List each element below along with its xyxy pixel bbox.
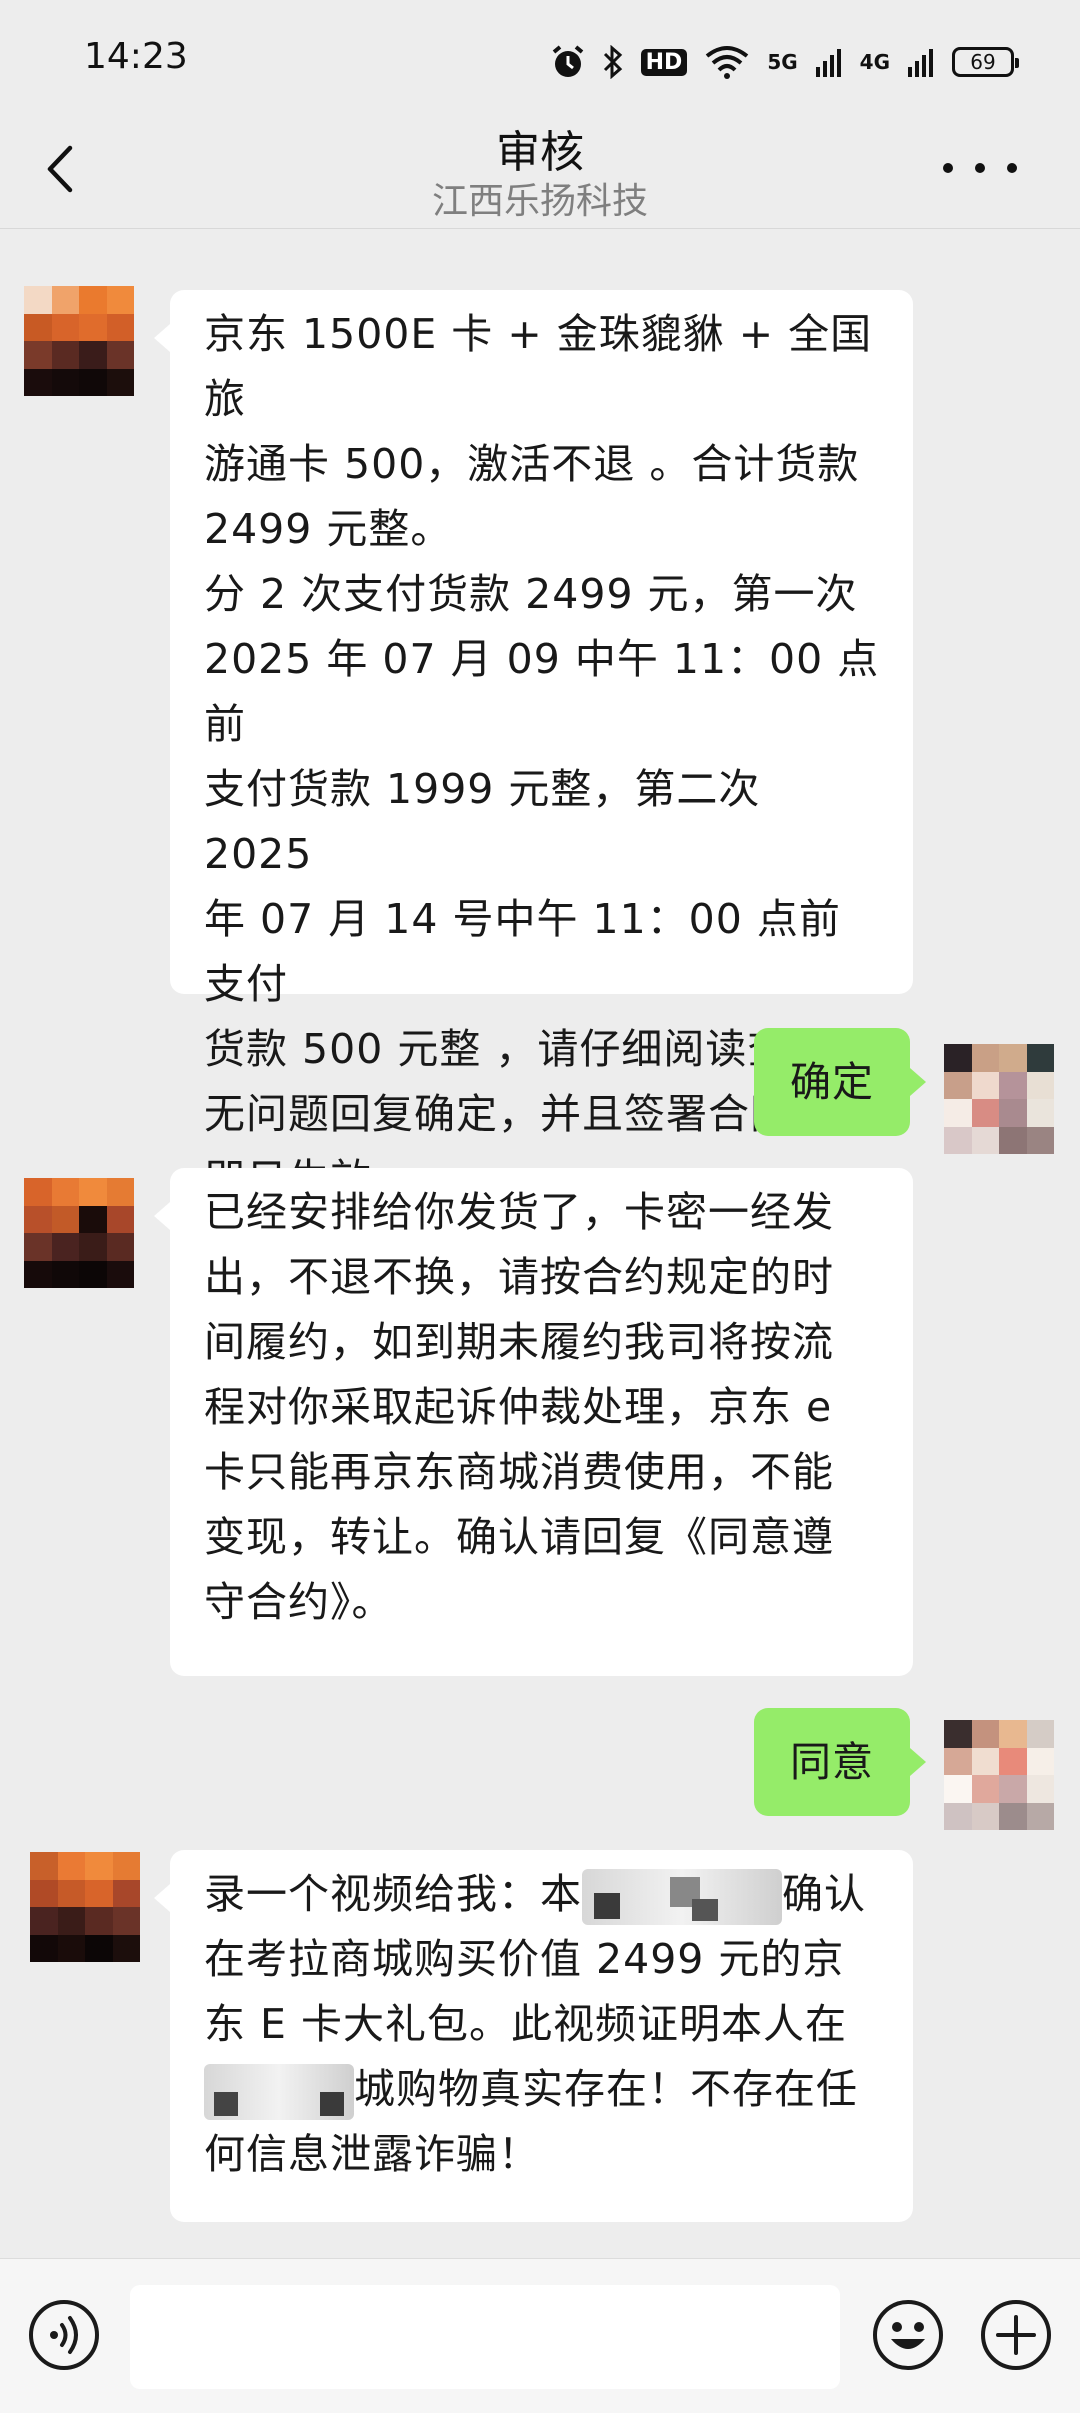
chat-title: 审核 [496, 127, 584, 178]
battery-icon: 69 [952, 47, 1019, 77]
network-5g-label: 5G [767, 50, 798, 74]
message-bubble-sent[interactable]: 确定 [754, 1028, 926, 1136]
message-text: 同意 [790, 1738, 874, 1786]
message-bubble-received[interactable]: 京东 1500E 卡 + 金珠貔貅 + 全国旅 游通卡 500，激活不退 。合计… [154, 290, 913, 1203]
contact-avatar[interactable] [30, 1852, 140, 1962]
user-avatar[interactable] [944, 1044, 1054, 1154]
chat-input-bar [0, 2258, 1080, 2413]
message-line: 东 E 卡大礼包。此视频证明本人在 [204, 2000, 847, 2048]
bluetooth-icon [603, 45, 622, 79]
message-text: 确认 [782, 1870, 866, 1918]
signal-icon [815, 49, 841, 77]
more-dots-icon[interactable] [934, 156, 1026, 180]
redacted-text [204, 2064, 354, 2120]
message-bubble-received[interactable]: 录一个视频给我：本 确认 在考拉商城购买价值 2499 元的京 东 E 卡大礼包。… [154, 1850, 913, 2222]
alarm-icon [552, 45, 583, 77]
message-text: 城购物真实存在！不存在任 [354, 2065, 858, 2113]
message-line: 录一个视频给我：本 确认 [204, 1862, 881, 1927]
message-bubble-received[interactable]: 已经安排给你发货了，卡密一经发 出，不退不换，请按合约规定的时 间履约，如到期未… [154, 1168, 913, 1676]
chat-header: 审核 江西乐扬科技 [0, 110, 1080, 229]
status-time: 14:23 [84, 36, 188, 77]
user-avatar[interactable] [944, 1720, 1054, 1830]
hd-badge: HD [640, 48, 688, 76]
message-line: 城购物真实存在！不存在任 [204, 2057, 881, 2122]
message-line: 何信息泄露诈骗！ [204, 2130, 540, 2178]
plus-icon[interactable] [980, 2299, 1052, 2371]
contact-avatar[interactable] [24, 286, 134, 396]
redacted-name [582, 1869, 782, 1925]
message-input[interactable] [130, 2285, 840, 2389]
message-text: 确定 [790, 1058, 874, 1106]
status-icons: HD 5G 4G 69 [551, 38, 1019, 86]
voice-icon[interactable] [28, 2299, 100, 2371]
network-4g-label: 4G [859, 50, 890, 74]
message-text: 已经安排给你发货了，卡密一经发 出，不退不换，请按合约规定的时 间履约，如到期未… [204, 1188, 834, 1626]
contact-avatar[interactable] [24, 1178, 134, 1288]
message-line: 在考拉商城购买价值 2499 元的京 [204, 1935, 845, 1983]
status-bar: 14:23 HD 5G 4G 69 [0, 0, 1080, 120]
emoji-icon[interactable] [872, 2299, 944, 2371]
chat-subtitle: 江西乐扬科技 [431, 181, 648, 222]
signal-icon [908, 49, 933, 77]
message-bubble-sent[interactable]: 同意 [754, 1708, 926, 1816]
wifi-icon [706, 46, 749, 79]
message-text: 录一个视频给我：本 [204, 1870, 582, 1918]
battery-level: 69 [970, 50, 996, 74]
